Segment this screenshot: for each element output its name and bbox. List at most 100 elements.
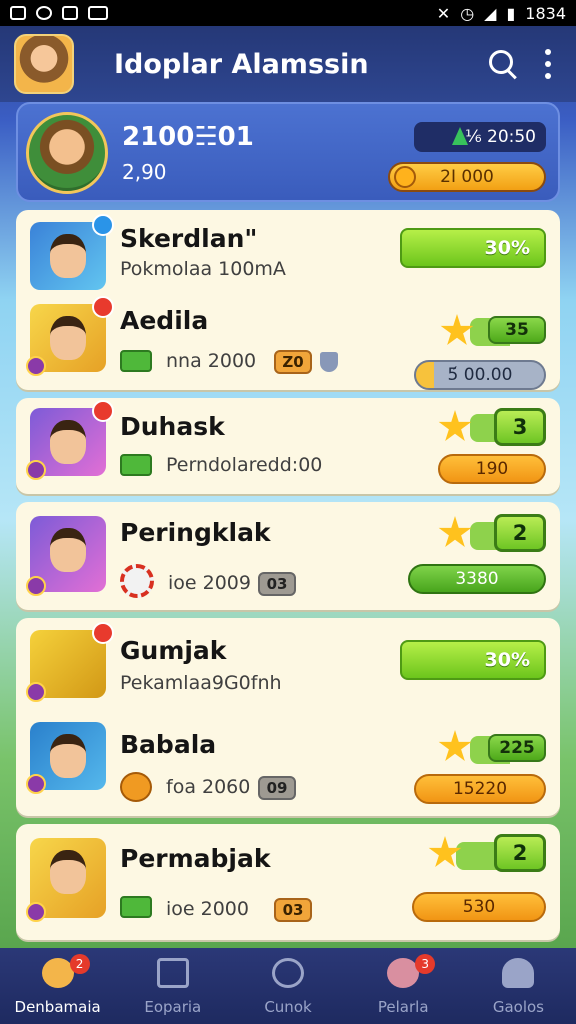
emblem-icon — [26, 576, 46, 596]
avatar — [26, 516, 106, 596]
player-sub: ioe 2009 — [168, 572, 251, 594]
notification-badge: 2 — [69, 954, 90, 974]
rank-badge: 2 — [494, 834, 546, 872]
more-options-icon[interactable] — [544, 49, 552, 79]
value-bar: 5́ 00.00 — [414, 360, 546, 390]
clock: 1834 — [525, 3, 566, 23]
document-icon — [156, 958, 189, 988]
info-icon — [92, 214, 114, 236]
user-icon — [502, 958, 535, 988]
value-bar: 15220 — [414, 774, 546, 804]
level-chip: Z0 — [274, 350, 312, 374]
alert-icon — [92, 400, 114, 422]
leaderboard-card: Permabjak ioe 2000 03 2 530 — [16, 824, 560, 940]
list-item[interactable]: Peringklak ioe 2009 03 2 3380 — [16, 502, 560, 610]
emblem-icon — [26, 682, 46, 702]
avatar-icon — [41, 958, 74, 988]
list-item[interactable]: Aedila nna 2000 Z0 35 5́ 00.00 — [16, 296, 560, 398]
media-icon — [62, 6, 78, 20]
app-icon — [88, 6, 108, 20]
player-sub: Perndolaredd:00 — [166, 454, 323, 476]
cash-icon — [120, 454, 152, 476]
profile-sub: 2,90 — [122, 160, 167, 184]
notification-icon — [10, 6, 26, 20]
avatar — [26, 296, 114, 376]
shield-icon — [320, 352, 338, 372]
battery-icon: ▮ — [506, 3, 516, 23]
app-avatar[interactable] — [14, 34, 74, 94]
list-item[interactable]: Permabjak ioe 2000 03 2 530 — [16, 824, 560, 940]
player-name: Babala — [120, 730, 217, 759]
bottom-nav: 2 Denbamaia Eoparia Cunok 3 Pelarla Gaol… — [0, 948, 576, 1024]
app-title: Idoplar Alamssin — [114, 48, 369, 80]
avatar — [26, 622, 114, 702]
player-sub: Pokmolaa 100mA — [120, 258, 286, 280]
value-bar: 3380 — [408, 564, 546, 594]
nav-item-list[interactable]: Eoparia — [115, 948, 230, 1024]
coin-icon — [394, 166, 416, 188]
emblem-icon — [26, 902, 46, 922]
alarm-icon: ◷ — [460, 3, 475, 23]
player-name: Peringklak — [120, 518, 271, 547]
signal-icon: ◢ — [484, 3, 497, 23]
list-item[interactable]: Duhask Perndolaredd:00 3 190 — [16, 398, 560, 494]
player-name: Aedila — [120, 306, 209, 335]
avatar — [26, 400, 114, 480]
value-bar: 190 — [438, 454, 546, 484]
clock-icon — [272, 958, 304, 988]
rank-badge: 225 — [488, 734, 546, 762]
player-name: Skerdlan" — [120, 224, 258, 253]
game-icon — [36, 6, 52, 20]
cash-icon — [120, 350, 152, 372]
rank-badge: 35 — [488, 316, 546, 344]
gems-counter[interactable]: ⅙ 20:50 — [414, 122, 546, 152]
level-chip: 03 — [258, 572, 296, 596]
star-icon — [438, 516, 472, 547]
emblem-icon — [26, 774, 46, 794]
star-icon — [438, 410, 472, 441]
player-name: Permabjak — [120, 844, 271, 873]
notification-badge: 3 — [415, 954, 436, 974]
emblem-icon — [26, 356, 46, 376]
list-item[interactable]: Skerdlan" Pokmolaa 100mA 30% — [16, 210, 560, 310]
nav-item-search[interactable]: Cunok — [230, 948, 345, 1024]
player-sub: ioe 2000 — [166, 898, 249, 920]
cash-icon — [120, 896, 152, 918]
avatar[interactable] — [26, 112, 108, 194]
rank-badge: 3 — [494, 408, 546, 446]
player-sub: nna 2000 — [166, 350, 257, 372]
player-name: Duhask — [120, 412, 225, 441]
player-sub: foa 2060 — [166, 776, 251, 798]
leaderboard-card: Duhask Perndolaredd:00 3 190 — [16, 398, 560, 494]
avatar — [30, 214, 114, 290]
alert-icon — [92, 296, 114, 318]
player-sub: Pekamlaa9G0fnh — [120, 672, 282, 694]
mute-icon: ✕ — [436, 3, 451, 23]
leaderboard-card: Gumjak Pekamlaa9G0fnh 30% Babala foa 206… — [16, 618, 560, 816]
list-item[interactable]: Gumjak Pekamlaa9G0fnh 30% — [16, 618, 560, 718]
status-bar: ✕ ◷ ◢ ▮ 1834 — [0, 0, 576, 26]
profile-score: 2100☵01 — [122, 122, 254, 152]
alert-icon — [92, 622, 114, 644]
nav-item-profile[interactable]: Gaolos — [461, 948, 576, 1024]
search-icon[interactable] — [486, 47, 520, 81]
progress-bar: 30% — [400, 228, 546, 268]
player-name: Gumjak — [120, 636, 227, 665]
emblem-icon — [26, 460, 46, 480]
gem-icon — [452, 127, 468, 145]
coins-counter[interactable]: 2Ι 000 — [388, 162, 546, 192]
profile-card[interactable]: 2100☵01 2,90 ⅙ 20:50 2Ι 000 — [16, 102, 560, 202]
leaderboard-card: Peringklak ioe 2009 03 2 3380 — [16, 502, 560, 610]
star-icon — [440, 314, 474, 345]
level-chip: 09 — [258, 776, 296, 800]
gear-icon — [120, 564, 154, 598]
nav-item-pets[interactable]: 3 Pelarla — [346, 948, 461, 1024]
leaderboard-card: Skerdlan" Pokmolaa 100mA 30% Aedila nna … — [16, 210, 560, 390]
star-icon — [438, 730, 472, 761]
nav-item-home[interactable]: 2 Denbamaia — [0, 948, 115, 1024]
list-item[interactable]: Babala foa 2060 09 225 15220 — [16, 716, 560, 816]
value-bar: 530 — [412, 892, 546, 922]
rank-badge: 2 — [494, 514, 546, 552]
app-bar: Idoplar Alamssin — [0, 26, 576, 102]
avatar — [26, 838, 106, 922]
